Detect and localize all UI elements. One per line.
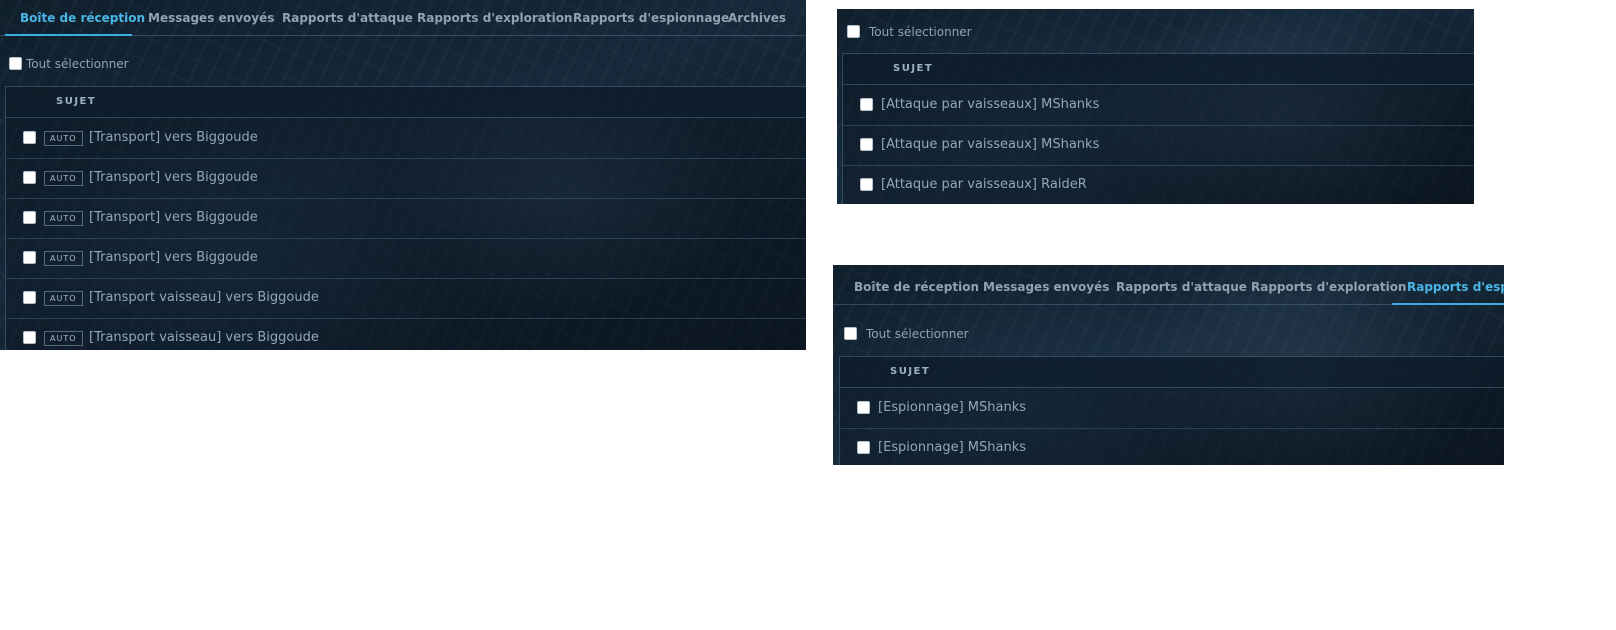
messages-panel-espionage-reports: Boîte de réception Messages envoyés Rapp…	[833, 265, 1504, 465]
tab-espionage-reports[interactable]: Rapports d'espionnage	[573, 0, 729, 35]
tab-label: Archives	[728, 11, 787, 25]
select-all[interactable]: Tout sélectionner	[844, 325, 974, 343]
message-subject[interactable]: [Transport vaisseau] vers Biggoude	[89, 278, 319, 318]
row-checkbox[interactable]	[23, 251, 36, 264]
select-all[interactable]: Tout sélectionner	[847, 23, 977, 41]
message-tabs: Boîte de réception Messages envoyés Rapp…	[0, 0, 806, 36]
table-row[interactable]: AUTO [Transport vaisseau] vers Biggoude	[6, 278, 806, 319]
table-row[interactable]: AUTO [Transport vaisseau] vers Biggoude	[6, 318, 806, 350]
messages-panel-inbox: Boîte de réception Messages envoyés Rapp…	[0, 0, 806, 350]
message-subject[interactable]: [Transport] vers Biggoude	[89, 198, 258, 238]
table-row[interactable]: [Espionnage] MShanks	[840, 388, 1504, 429]
row-checkbox[interactable]	[860, 138, 873, 151]
table-row[interactable]: [Espionnage] MShanks	[840, 428, 1504, 465]
select-all-checkbox[interactable]	[844, 327, 857, 340]
row-checkbox[interactable]	[860, 178, 873, 191]
column-header-subject: SUJET	[56, 96, 97, 107]
tab-label: Messages envoyés	[148, 11, 275, 25]
column-header-subject: SUJET	[890, 366, 931, 377]
tab-inbox[interactable]: Boîte de réception	[20, 0, 145, 35]
tab-label: Rapports d'attaque	[1116, 280, 1247, 294]
row-checkbox[interactable]	[23, 171, 36, 184]
tab-sent-messages[interactable]: Messages envoyés	[983, 265, 1109, 304]
message-subject[interactable]: [Attaque par vaisseaux] MShanks	[881, 85, 1099, 125]
tab-label: Rapports d'espionnage	[1407, 280, 1504, 294]
select-all[interactable]: Tout sélectionner	[9, 55, 139, 73]
messages-panel-attack-reports: Tout sélectionner SUJET [Attaque par vai…	[837, 9, 1474, 204]
table-header: SUJET	[6, 87, 806, 118]
message-table: SUJET [Espionnage] MShanks [Espionnage] …	[839, 356, 1504, 465]
message-tabs: Boîte de réception Messages envoyés Rapp…	[833, 265, 1504, 305]
message-subject[interactable]: [Espionnage] MShanks	[878, 388, 1026, 428]
message-subject[interactable]: [Transport vaisseau] vers Biggoude	[89, 318, 319, 350]
tab-exploration-reports[interactable]: Rapports d'exploration	[1251, 265, 1406, 304]
table-row[interactable]: AUTO [Transport] vers Biggoude	[6, 118, 806, 159]
auto-badge: AUTO	[44, 331, 83, 346]
row-checkbox[interactable]	[23, 331, 36, 344]
select-all-checkbox[interactable]	[9, 57, 22, 70]
table-row[interactable]: [Attaque par vaisseaux] RaideR	[843, 165, 1474, 204]
tab-label: Rapports d'exploration	[1251, 280, 1407, 294]
message-subject[interactable]: [Transport] vers Biggoude	[89, 158, 258, 198]
tab-inbox[interactable]: Boîte de réception	[854, 265, 979, 304]
tab-label: Boîte de réception	[20, 11, 145, 25]
auto-badge: AUTO	[44, 251, 83, 266]
tab-archives[interactable]: Archives	[728, 0, 786, 35]
active-tab-indicator	[5, 34, 132, 36]
table-row[interactable]: AUTO [Transport] vers Biggoude	[6, 238, 806, 279]
message-subject[interactable]: [Attaque par vaisseaux] RaideR	[881, 165, 1087, 204]
tab-label: Rapports d'attaque	[282, 11, 413, 25]
active-tab-indicator	[1392, 303, 1504, 305]
table-row[interactable]: [Attaque par vaisseaux] MShanks	[843, 85, 1474, 126]
select-all-label: Tout sélectionner	[26, 57, 129, 71]
message-subject[interactable]: [Attaque par vaisseaux] MShanks	[881, 125, 1099, 165]
tab-label: Messages envoyés	[983, 280, 1110, 294]
table-row[interactable]: AUTO [Transport] vers Biggoude	[6, 158, 806, 199]
message-subject[interactable]: [Espionnage] MShanks	[878, 428, 1026, 465]
message-subject[interactable]: [Transport] vers Biggoude	[89, 118, 258, 158]
tab-espionage-reports[interactable]: Rapports d'espionnage	[1407, 265, 1504, 304]
tab-attack-reports[interactable]: Rapports d'attaque	[282, 0, 413, 35]
row-checkbox[interactable]	[857, 401, 870, 414]
column-header-subject: SUJET	[893, 63, 934, 74]
row-checkbox[interactable]	[23, 291, 36, 304]
select-all-checkbox[interactable]	[847, 25, 860, 38]
table-header: SUJET	[840, 357, 1504, 388]
row-checkbox[interactable]	[857, 441, 870, 454]
auto-badge: AUTO	[44, 171, 83, 186]
select-all-label: Tout sélectionner	[869, 25, 972, 39]
select-all-label: Tout sélectionner	[866, 327, 969, 341]
message-table: SUJET [Attaque par vaisseaux] MShanks [A…	[842, 53, 1474, 204]
tab-label: Boîte de réception	[854, 280, 979, 294]
tab-exploration-reports[interactable]: Rapports d'exploration	[417, 0, 572, 35]
tab-attack-reports[interactable]: Rapports d'attaque	[1116, 265, 1247, 304]
row-checkbox[interactable]	[23, 211, 36, 224]
row-checkbox[interactable]	[860, 98, 873, 111]
tab-label: Rapports d'exploration	[417, 11, 573, 25]
table-header: SUJET	[843, 54, 1474, 85]
message-table: SUJET AUTO [Transport] vers Biggoude AUT…	[5, 86, 806, 350]
auto-badge: AUTO	[44, 131, 83, 146]
tab-sent-messages[interactable]: Messages envoyés	[148, 0, 274, 35]
tab-label: Rapports d'espionnage	[573, 11, 730, 25]
row-checkbox[interactable]	[23, 131, 36, 144]
auto-badge: AUTO	[44, 211, 83, 226]
table-row[interactable]: AUTO [Transport] vers Biggoude	[6, 198, 806, 239]
auto-badge: AUTO	[44, 291, 83, 306]
table-row[interactable]: [Attaque par vaisseaux] MShanks	[843, 125, 1474, 166]
message-subject[interactable]: [Transport] vers Biggoude	[89, 238, 258, 278]
